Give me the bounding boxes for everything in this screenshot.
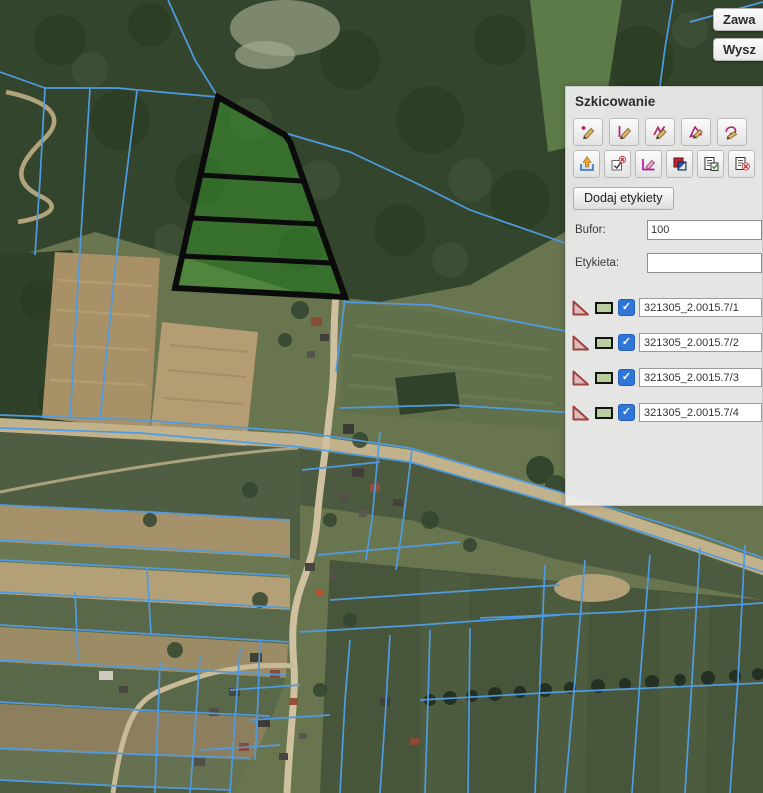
- draw-point-tool-button[interactable]: [573, 118, 603, 146]
- draw-freehand-icon: [723, 123, 741, 141]
- feature-label-input[interactable]: [639, 298, 762, 317]
- clear-selection-tool-button[interactable]: [604, 150, 631, 178]
- bufor-input[interactable]: [647, 220, 762, 240]
- triangle-symbol-icon[interactable]: [570, 369, 591, 387]
- panel-title: Szkicowanie: [566, 87, 762, 109]
- draw-polyline-tool-button[interactable]: [645, 118, 675, 146]
- fill-symbol-swatch[interactable]: [595, 337, 613, 349]
- edit-geometry-tool-button[interactable]: [635, 150, 662, 178]
- symbology-tool-button[interactable]: [666, 150, 693, 178]
- clear-selection-icon: [609, 155, 627, 173]
- feature-label-input[interactable]: [639, 403, 762, 422]
- delete-attributes-tool-button[interactable]: [728, 150, 755, 178]
- feature-row-2: ✓: [570, 333, 762, 352]
- draw-line-icon: [615, 123, 633, 141]
- feature-row-3: ✓: [570, 368, 762, 387]
- triangle-symbol-icon[interactable]: [570, 404, 591, 422]
- edit-attributes-icon: [702, 155, 720, 173]
- fill-symbol-swatch[interactable]: [595, 302, 613, 314]
- wyszukiwanie-button[interactable]: Wysz: [713, 38, 763, 61]
- map-viewport: Zawa Wysz Szkicowanie: [0, 0, 763, 793]
- draw-toolbar: [573, 118, 762, 146]
- sketch-panel: Szkicowanie: [565, 86, 763, 506]
- symbology-icon: [671, 155, 689, 173]
- fill-symbol-swatch[interactable]: [595, 372, 613, 384]
- feature-visibility-checkbox[interactable]: ✓: [618, 369, 635, 386]
- edit-attributes-tool-button[interactable]: [697, 150, 724, 178]
- add-labels-button[interactable]: Dodaj etykiety: [573, 187, 674, 210]
- draw-polygon-tool-button[interactable]: [681, 118, 711, 146]
- triangle-symbol-icon[interactable]: [570, 299, 591, 317]
- etykieta-input[interactable]: [647, 253, 762, 273]
- draw-polyline-icon: [651, 123, 669, 141]
- feature-label-input[interactable]: [639, 333, 762, 352]
- import-sketch-tool-button[interactable]: [573, 150, 600, 178]
- draw-point-icon: [579, 123, 597, 141]
- etykieta-field-row: Etykieta:: [575, 253, 762, 273]
- draw-line-tool-button[interactable]: [609, 118, 639, 146]
- draw-freehand-tool-button[interactable]: [717, 118, 747, 146]
- feature-row-1: ✓: [570, 298, 762, 317]
- feature-label-input[interactable]: [639, 368, 762, 387]
- feature-list: ✓ ✓ ✓ ✓: [566, 298, 762, 422]
- delete-attributes-icon: [733, 155, 751, 173]
- triangle-symbol-icon[interactable]: [570, 334, 591, 352]
- zawartosc-button[interactable]: Zawa: [713, 8, 763, 31]
- bufor-label: Bufor:: [575, 224, 647, 236]
- feature-visibility-checkbox[interactable]: ✓: [618, 404, 635, 421]
- draw-polygon-icon: [687, 123, 705, 141]
- feature-visibility-checkbox[interactable]: ✓: [618, 334, 635, 351]
- etykieta-label: Etykieta:: [575, 257, 647, 269]
- fill-symbol-swatch[interactable]: [595, 407, 613, 419]
- edit-geometry-icon: [640, 155, 658, 173]
- bufor-field-row: Bufor:: [575, 220, 762, 240]
- edit-toolbar: [573, 150, 762, 178]
- feature-visibility-checkbox[interactable]: ✓: [618, 299, 635, 316]
- feature-row-4: ✓: [570, 403, 762, 422]
- import-sketch-icon: [578, 155, 596, 173]
